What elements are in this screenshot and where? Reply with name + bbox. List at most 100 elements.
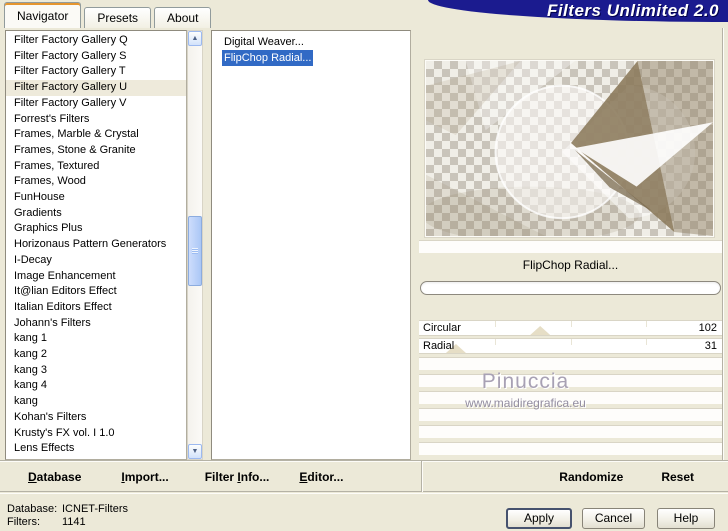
category-item-label: Filter Factory Gallery Q — [14, 34, 128, 46]
editor-button[interactable]: Editor... — [299, 470, 343, 484]
selected-filter-name: FlipChop Radial... — [522, 258, 619, 272]
filters-unlimited-dialog: Navigator Presets About Filters Unlimited … — [0, 0, 728, 531]
category-item[interactable]: Filter Factory Gallery T — [6, 64, 186, 80]
filter-info-button[interactable]: Filter Info... — [205, 470, 270, 484]
category-item[interactable]: Image Enhancement — [6, 269, 186, 285]
category-item-label: kang 1 — [14, 332, 48, 345]
status-database: Database: ICNET-Filters — [7, 503, 128, 515]
category-item[interactable]: Filter Factory Gallery U — [6, 80, 186, 96]
category-item-label: Filter Factory Gallery U — [14, 81, 128, 94]
status-filters-label: Filters: — [7, 516, 40, 528]
empty-row — [419, 425, 722, 438]
scroll-up-icon[interactable]: ▲ — [188, 31, 202, 46]
category-item-label: kang 3 — [14, 363, 48, 376]
right-panel: FlipChop Radial... Circular 102 Radial 3… — [417, 28, 724, 461]
empty-row — [419, 442, 722, 455]
label-part: mport... — [124, 469, 169, 484]
action-bar: Database Import... Filter Info... Editor… — [0, 461, 728, 492]
category-item-label: Frames, Wood — [14, 175, 86, 188]
slider-row[interactable]: Radial 31 — [419, 338, 722, 354]
import-button[interactable]: Import... — [121, 470, 168, 484]
category-item-label: Frames, Textured — [14, 159, 100, 172]
filter-item-label: Digital Weaver... — [224, 36, 304, 48]
tab[interactable]: About — [154, 7, 212, 28]
label-part: D — [28, 469, 37, 484]
category-item-label: kang 2 — [14, 348, 48, 361]
slider-label: Radial — [423, 340, 455, 352]
category-item[interactable]: Forrest's Filters — [6, 112, 186, 128]
category-item[interactable]: I-Decay — [6, 253, 186, 269]
slider-label: Circular — [423, 322, 461, 334]
category-item[interactable]: kang 3 — [6, 363, 186, 379]
category-item-label: Horizonaus Pattern Generators — [14, 238, 167, 251]
cancel-button[interactable]: Cancel — [582, 508, 645, 529]
category-item-label: Filter Factory Gallery V — [14, 96, 127, 109]
tab[interactable]: Presets — [84, 7, 152, 28]
category-item[interactable]: Filter Factory Gallery V — [6, 96, 186, 112]
category-item[interactable]: It@lian Editors Effect — [6, 284, 186, 300]
category-item-label: Forrest's Filters — [14, 112, 90, 125]
label-part: ditor... — [307, 469, 344, 484]
category-item[interactable]: Italian Editors Effect — [6, 300, 186, 316]
empty-row — [419, 357, 722, 370]
randomize-button[interactable]: Randomize — [559, 470, 623, 484]
category-item[interactable]: Kohan's Filters — [6, 410, 186, 426]
category-item[interactable]: Filter Factory Gallery S — [6, 49, 186, 65]
tab[interactable]: Navigator — [4, 2, 82, 28]
category-item-label: Image Enhancement — [14, 269, 116, 282]
category-item[interactable]: kang 4 — [6, 378, 186, 394]
filter-item-label: FlipChop Radial... — [222, 50, 314, 66]
database-button[interactable]: Database — [28, 470, 81, 484]
tab-label: About — [167, 11, 199, 25]
category-item[interactable]: kang 1 — [6, 331, 186, 347]
status-database-value: ICNET-Filters — [62, 503, 128, 515]
category-item[interactable]: Frames, Wood — [6, 174, 186, 190]
category-item[interactable]: Horizonaus Pattern Generators — [6, 237, 186, 253]
watermark-name: Pinuccia — [481, 370, 570, 393]
separator — [421, 461, 424, 492]
category-item[interactable]: Graphics Plus — [6, 221, 186, 237]
category-item[interactable]: Gradients — [6, 206, 186, 222]
label-part: atabase — [36, 469, 82, 484]
category-item-label: Frames, Marble & Crystal — [14, 128, 139, 141]
category-item[interactable]: Filter Factory Gallery Q — [6, 33, 186, 49]
category-item[interactable]: FunHouse — [6, 190, 186, 206]
slider-value: 102 — [698, 322, 717, 334]
help-button[interactable]: Help — [657, 508, 715, 529]
slider-thumb[interactable] — [530, 326, 551, 335]
filter-preview — [424, 59, 715, 238]
category-list[interactable]: Filter Factory Gallery Q Filter Factory G… — [5, 30, 187, 460]
category-scrollbar[interactable]: ▲ ▼ — [187, 30, 203, 460]
apply-button[interactable]: Apply — [506, 508, 572, 529]
category-item-label: kang 4 — [14, 379, 48, 392]
watermark-url: www.maidiregrafica.eu — [465, 396, 586, 410]
status-filters-value: 1141 — [62, 516, 86, 528]
category-item-label: Johann's Filters — [14, 316, 91, 329]
category-item[interactable]: kang — [6, 394, 186, 410]
category-item-label: I-Decay — [14, 253, 52, 266]
tab-bar: Navigator Presets About — [4, 2, 214, 28]
progress-bar — [420, 281, 721, 295]
label-part: Filter — [204, 469, 238, 484]
category-item-label: Kohan's Filters — [14, 410, 87, 423]
category-item-label: Gradients — [14, 206, 62, 219]
app-title: Filters Unlimited 2.0 — [546, 1, 719, 20]
category-item-label: It@lian Editors Effect — [14, 285, 117, 298]
category-item[interactable]: Krusty's FX vol. I 1.0 — [6, 426, 186, 442]
tab-label: Presets — [97, 11, 139, 25]
reset-button[interactable]: Reset — [661, 470, 694, 484]
status-filters: Filters: 1141 — [7, 516, 86, 528]
category-item[interactable]: Frames, Textured — [6, 159, 186, 175]
category-item[interactable]: kang 2 — [6, 347, 186, 363]
category-item[interactable]: Frames, Stone & Granite — [6, 143, 186, 159]
filter-item[interactable]: Digital Weaver... — [212, 34, 410, 50]
tab-label: Navigator — [17, 9, 69, 23]
category-item-label: Graphics Plus — [14, 222, 83, 235]
category-item[interactable]: Lens Effects — [6, 441, 186, 457]
slider-row[interactable]: Circular 102 — [419, 320, 722, 336]
category-item[interactable]: Frames, Marble & Crystal — [6, 127, 186, 143]
scrollbar-thumb[interactable] — [188, 216, 202, 286]
scroll-down-icon[interactable]: ▼ — [188, 444, 202, 459]
category-item[interactable]: Johann's Filters — [6, 316, 186, 332]
filter-item[interactable]: FlipChop Radial... — [212, 50, 410, 66]
